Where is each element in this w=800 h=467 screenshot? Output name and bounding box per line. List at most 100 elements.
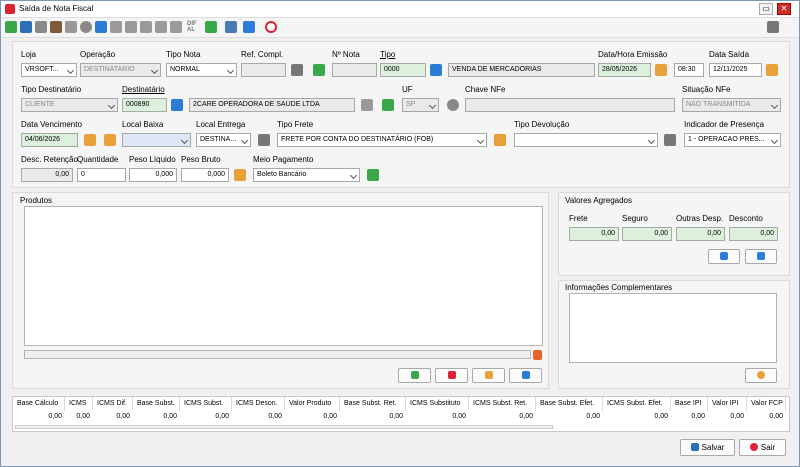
- freight-icon[interactable]: [494, 134, 506, 146]
- totals-header-3[interactable]: Base Subst.: [133, 397, 180, 411]
- data-saida-field[interactable]: 12/11/2025: [709, 63, 762, 77]
- comment-icon[interactable]: [140, 21, 152, 33]
- calendar-icon[interactable]: [655, 64, 667, 76]
- payment-icon[interactable]: [367, 169, 379, 181]
- note-icon[interactable]: [155, 21, 167, 33]
- produtos-list[interactable]: [24, 206, 543, 346]
- truck-icon[interactable]: [258, 134, 270, 146]
- settings-icon[interactable]: [767, 21, 779, 33]
- new-icon[interactable]: [5, 21, 17, 33]
- export-icon[interactable]: [35, 21, 47, 33]
- sort-icon[interactable]: [533, 350, 542, 360]
- expand-icon[interactable]: [95, 21, 107, 33]
- remove-product-button[interactable]: [435, 368, 468, 383]
- peso-liq-label: Peso Líquido: [129, 155, 176, 164]
- totals-value-1: 0,00: [76, 413, 90, 420]
- totals-header-9[interactable]: ICMS Subst. Ret.: [469, 397, 536, 411]
- data-venc-field[interactable]: 04/06/2026: [21, 133, 78, 147]
- operacao-select[interactable]: DESTINATARIO: [80, 63, 161, 77]
- hora-emissao-field[interactable]: 08:30: [674, 63, 704, 77]
- destinatario-search-icon[interactable]: [171, 99, 183, 111]
- outras-field[interactable]: 0,00: [676, 227, 725, 241]
- calendar-icon[interactable]: [766, 64, 778, 76]
- tipo-dest-select[interactable]: CLIENTE: [21, 98, 118, 112]
- uf-select[interactable]: SP: [402, 98, 439, 112]
- peso-liq-field[interactable]: 0,000: [129, 168, 177, 182]
- loja-select[interactable]: VRSOFT...: [21, 63, 77, 77]
- undo-icon[interactable]: [65, 21, 77, 33]
- quantidade-field[interactable]: 0: [77, 168, 126, 182]
- desconto-field[interactable]: 0,00: [729, 227, 778, 241]
- totals-header-4[interactable]: ICMS Subst.: [180, 397, 232, 411]
- totals-header-6[interactable]: Valor Produto: [285, 397, 340, 411]
- desc-ret-field[interactable]: 0,00: [21, 168, 73, 182]
- edit-icon: [757, 371, 765, 379]
- tipo-nota-select[interactable]: NORMAL: [166, 63, 237, 77]
- link-icon[interactable]: [125, 21, 137, 33]
- totals-header-11[interactable]: ICMS Subst. Efet.: [603, 397, 671, 411]
- info-title: Informações Complementares: [565, 283, 673, 292]
- save-button[interactable]: Salvar: [680, 439, 735, 456]
- loja-label: Loja: [21, 50, 37, 59]
- transfer-icon[interactable]: [225, 21, 237, 33]
- close-button[interactable]: ✕: [777, 3, 791, 15]
- totals-header-2[interactable]: ICMS Dif.: [93, 397, 133, 411]
- info-edit-button[interactable]: [745, 368, 777, 383]
- calculator-icon[interactable]: [313, 64, 325, 76]
- situacao-select[interactable]: NAO TRANSMITIDA: [682, 98, 781, 112]
- chave-field[interactable]: [465, 98, 675, 112]
- destinatario-label[interactable]: Destinatário: [122, 85, 165, 94]
- frete-field[interactable]: 0,00: [569, 227, 619, 241]
- clear-values-button[interactable]: [745, 249, 777, 264]
- totals-header-10[interactable]: Base Subst. Efet.: [536, 397, 603, 411]
- local-baixa-select[interactable]: [122, 133, 191, 147]
- tipo-label[interactable]: Tipo: [380, 50, 395, 59]
- local-entrega-select[interactable]: DESTINA...: [196, 133, 251, 147]
- totals-header-1[interactable]: ICMS: [65, 397, 93, 411]
- totals-header-8[interactable]: ICMS Substituto: [406, 397, 469, 411]
- ref-search-icon[interactable]: [291, 64, 303, 76]
- save-icon[interactable]: [20, 21, 32, 33]
- refresh-button[interactable]: [509, 368, 542, 383]
- totals-header-12[interactable]: Base IPI: [671, 397, 708, 411]
- tipo-frete-select[interactable]: FRETE POR CONTA DO DESTINATÁRIO (FOB): [277, 133, 487, 147]
- data-emissao-field[interactable]: 28/05/2026: [598, 63, 651, 77]
- document-icon[interactable]: [361, 99, 373, 111]
- totals-header-5[interactable]: ICMS Deson.: [232, 397, 285, 411]
- add-product-button[interactable]: [398, 368, 431, 383]
- ref-compl-field[interactable]: [241, 63, 286, 77]
- totals-header-7[interactable]: Base Subst. Ret.: [340, 397, 406, 411]
- tools-icon[interactable]: [50, 21, 62, 33]
- destinatario-code-field[interactable]: 000890: [122, 98, 167, 112]
- document-icon[interactable]: [170, 21, 182, 33]
- grid-scrollbar[interactable]: [15, 425, 553, 429]
- num-nota-field[interactable]: [332, 63, 377, 77]
- calendar-icon[interactable]: [104, 134, 116, 146]
- circle-icon[interactable]: [80, 21, 92, 33]
- seguro-field[interactable]: 0,00: [622, 227, 672, 241]
- totals-header-14[interactable]: Valor FCP: [747, 397, 786, 411]
- devolucao-icon[interactable]: [664, 134, 676, 146]
- clean-button[interactable]: [472, 368, 505, 383]
- rateio-button[interactable]: [708, 249, 740, 264]
- ind-presenca-select[interactable]: 1 - OPERACAO PRES...: [684, 133, 781, 147]
- restore-button[interactable]: ▭: [759, 3, 773, 15]
- dif-al-button[interactable]: DIF AL: [187, 21, 197, 33]
- meio-pag-select[interactable]: Boleto Bancário: [253, 168, 360, 182]
- cancel-icon[interactable]: [265, 21, 277, 33]
- network-icon[interactable]: [243, 21, 255, 33]
- peso-bruto-field[interactable]: 0,000: [181, 168, 229, 182]
- al-label: AL: [187, 27, 195, 33]
- check-edit-icon[interactable]: [205, 21, 217, 33]
- totals-header-0[interactable]: Base Cálculo: [13, 397, 65, 411]
- tipo-search-icon[interactable]: [430, 64, 442, 76]
- info-textarea[interactable]: [569, 293, 777, 363]
- tipo-devol-select[interactable]: [514, 133, 658, 147]
- tipo-code-field[interactable]: 0000: [380, 63, 426, 77]
- edit-icon[interactable]: [382, 99, 394, 111]
- totals-header-13[interactable]: Valor IPI: [708, 397, 747, 411]
- image-icon[interactable]: [110, 21, 122, 33]
- calendar-icon[interactable]: [84, 134, 96, 146]
- scale-icon[interactable]: [234, 169, 246, 181]
- exit-button[interactable]: Sair: [739, 439, 786, 456]
